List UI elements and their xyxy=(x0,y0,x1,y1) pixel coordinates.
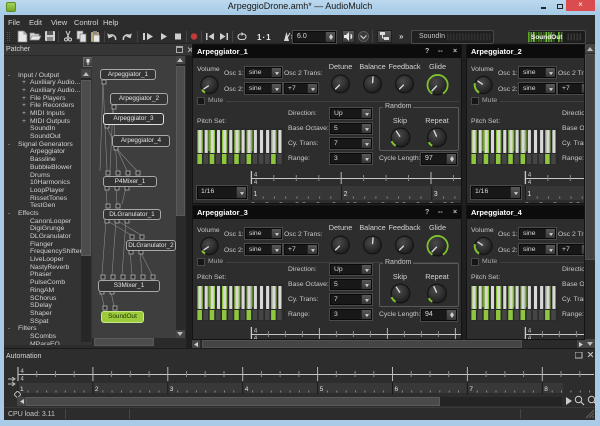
svg-text:3: 3 xyxy=(434,191,438,198)
svg-text:2: 2 xyxy=(344,191,348,198)
svg-text:3: 3 xyxy=(170,386,174,393)
svg-text:8: 8 xyxy=(544,386,548,393)
svg-text:4: 4 xyxy=(254,329,258,335)
svg-text:4: 4 xyxy=(254,180,258,185)
svg-text:6: 6 xyxy=(395,386,399,393)
svg-text:4: 4 xyxy=(254,173,258,179)
svg-text:1: 1 xyxy=(253,191,257,198)
svg-text:7: 7 xyxy=(469,386,473,393)
svg-text:2: 2 xyxy=(95,386,99,393)
svg-text:4: 4 xyxy=(528,180,532,185)
svg-text:4: 4 xyxy=(528,329,532,335)
svg-text:1: 1 xyxy=(527,191,531,198)
svg-text:4: 4 xyxy=(21,377,25,383)
svg-text:4: 4 xyxy=(528,173,532,179)
svg-text:4: 4 xyxy=(245,386,249,393)
svg-text:5: 5 xyxy=(320,386,324,393)
